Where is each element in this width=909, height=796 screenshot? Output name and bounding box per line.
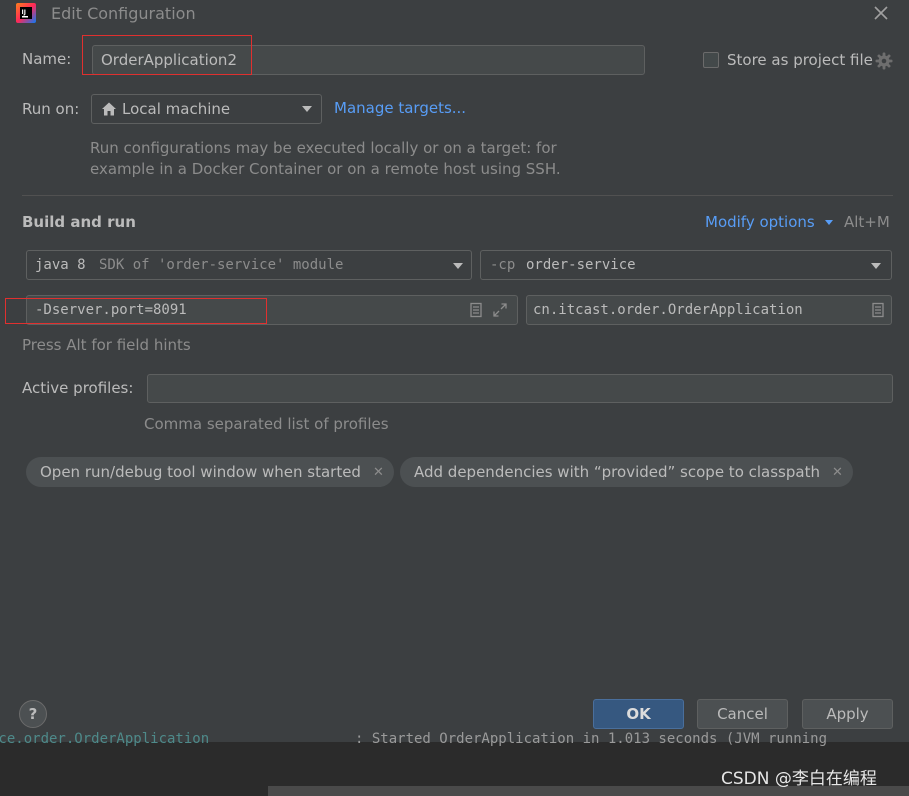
store-as-project-label: Store as project file <box>727 51 873 69</box>
run-on-label: Run on: <box>22 100 80 118</box>
modify-options-label: Modify options <box>705 213 815 231</box>
watermark-text: CSDN @李白在编程 <box>721 769 877 789</box>
ok-button[interactable]: OK <box>593 699 684 729</box>
active-profiles-input[interactable] <box>147 374 893 403</box>
name-label: Name: <box>22 50 72 68</box>
option-chip-open-tool-window: Open run/debug tool window when started … <box>26 457 394 487</box>
classpath-module: order-service <box>526 257 636 273</box>
modify-options-link[interactable]: Modify options <box>705 213 833 231</box>
highlight-box-vm-options <box>5 298 267 324</box>
chevron-down-icon <box>871 263 881 269</box>
main-class-input[interactable]: cn.itcast.order.OrderApplication <box>526 295 892 325</box>
classpath-dropdown[interactable]: -cp order-service <box>480 250 892 280</box>
help-icon: ? <box>28 705 38 723</box>
svg-text:IJ: IJ <box>22 9 26 16</box>
gear-icon[interactable] <box>875 52 893 70</box>
option-chip-provided-scope: Add dependencies with “provided” scope t… <box>400 457 853 487</box>
build-and-run-heading: Build and run <box>22 213 136 231</box>
jdk-version: java 8 <box>35 257 86 273</box>
remove-icon[interactable]: ✕ <box>373 465 384 480</box>
jdk-dropdown[interactable]: java 8 SDK of 'order-service' module <box>26 250 472 280</box>
home-icon <box>101 101 117 117</box>
modify-options-shortcut: Alt+M <box>844 213 890 231</box>
active-profiles-hint: Comma separated list of profiles <box>144 415 389 433</box>
main-class-value: cn.itcast.order.OrderApplication <box>533 302 803 318</box>
option-chip-label: Open run/debug tool window when started <box>40 463 361 481</box>
cancel-button[interactable]: Cancel <box>697 699 788 729</box>
remove-icon[interactable]: ✕ <box>832 465 843 480</box>
document-icon[interactable] <box>468 302 484 318</box>
close-icon[interactable] <box>872 4 890 22</box>
chevron-down-icon <box>302 106 312 112</box>
edit-configuration-dialog: IJ Edit Configuration Name: OrderApplica… <box>0 0 909 742</box>
run-on-value: Local machine <box>122 100 231 118</box>
option-chip-label: Add dependencies with “provided” scope t… <box>414 463 820 481</box>
console-line-left: ace.order.OrderApplication <box>0 731 210 747</box>
window-title: Edit Configuration <box>51 4 196 23</box>
app-icon: IJ <box>16 3 36 23</box>
help-button[interactable]: ? <box>19 700 47 728</box>
jdk-detail: SDK of 'order-service' module <box>99 257 344 273</box>
apply-button[interactable]: Apply <box>802 699 893 729</box>
section-divider <box>22 195 893 196</box>
store-as-project-checkbox[interactable] <box>703 52 719 68</box>
run-on-hint-line2: example in a Docker Container or on a re… <box>90 160 561 178</box>
run-on-dropdown[interactable]: Local machine <box>91 94 322 124</box>
expand-icon[interactable] <box>492 302 508 318</box>
console-line-right: : Started OrderApplication in 1.013 seco… <box>355 731 828 747</box>
highlight-box-name <box>82 35 252 75</box>
chevron-down-icon <box>453 263 463 269</box>
run-on-hint-line1: Run configurations may be executed local… <box>90 139 557 157</box>
chevron-down-icon <box>824 220 833 225</box>
manage-targets-link[interactable]: Manage targets... <box>334 99 466 117</box>
field-hints-text: Press Alt for field hints <box>22 336 191 354</box>
active-profiles-label: Active profiles: <box>22 379 134 397</box>
classpath-prefix: -cp <box>490 257 516 273</box>
document-icon[interactable] <box>870 302 886 318</box>
